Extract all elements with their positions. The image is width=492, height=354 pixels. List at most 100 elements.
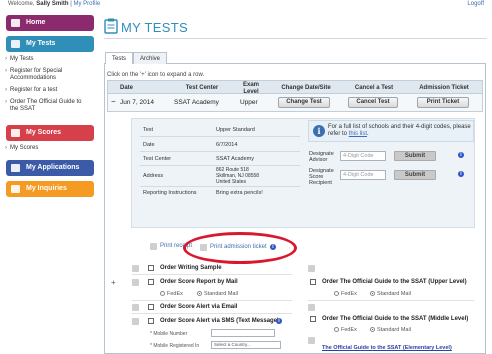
field-date-value: 6/7/2014 — [216, 142, 238, 148]
mail-icon — [132, 279, 139, 286]
col-change: Change Date/Site — [281, 85, 331, 91]
info-box: i For a full list of schools and their 4… — [308, 120, 474, 142]
cancel-test-button[interactable]: Cancel Test — [348, 97, 398, 108]
middle-fedex-radio[interactable] — [334, 327, 339, 332]
middle-standard-radio[interactable] — [370, 327, 375, 332]
middle-standard-label: Standard Mail — [377, 327, 411, 333]
fedex-radio[interactable] — [160, 291, 165, 296]
applications-icon — [11, 164, 20, 172]
sidebar-item-register-test[interactable]: Register for a test — [5, 87, 57, 94]
order-alert-sms-checkbox[interactable] — [148, 318, 154, 324]
middle-fedex-label: FedEx — [341, 327, 357, 333]
order-alert-email-checkbox[interactable] — [148, 304, 154, 310]
field-date-label: Date — [143, 142, 155, 148]
sidebar-item-order-guide[interactable]: Order The Official Guide to the SSAT — [5, 99, 90, 113]
mobile-registered-label: * Mobile Registered In — [150, 343, 200, 349]
recipient-code-input[interactable]: 4-Digit Code — [340, 170, 386, 180]
col-cancel: Cancel a Test — [354, 85, 394, 91]
divider — [132, 313, 292, 314]
col-test-center: Test Center — [185, 85, 219, 91]
field-center-value: SSAT Academy — [216, 156, 255, 162]
info-icon: i — [313, 125, 325, 137]
sidebar-my-inquiries[interactable]: My Inquiries — [6, 181, 94, 197]
field-center-label: Test Center — [143, 156, 172, 162]
field-instructions-value: Bring extra pencils! — [216, 190, 263, 196]
divider — [140, 165, 300, 166]
sidebar-my-tests[interactable]: My Tests — [6, 36, 94, 52]
standard-mail-radio[interactable] — [197, 291, 202, 296]
order-writing-checkbox[interactable] — [148, 265, 154, 271]
order-middle-guide-checkbox[interactable] — [310, 316, 316, 322]
book-icon — [308, 304, 315, 311]
elementary-guide-link[interactable]: The Official Guide to the SSAT (Elementa… — [322, 345, 452, 351]
order-report-mail-checkbox[interactable] — [148, 279, 154, 285]
book-icon — [308, 337, 315, 344]
change-test-button[interactable]: Change Test — [278, 97, 330, 108]
tab-tests[interactable]: Tests — [105, 52, 134, 64]
field-test-value: Upper Standard — [216, 127, 255, 133]
field-address-value: 862 Route 518 Skillman, NJ 08558 United … — [216, 167, 260, 185]
sidebar-my-scores[interactable]: My Scores — [6, 125, 94, 141]
upper-standard-label: Standard Mail — [377, 291, 411, 297]
order-upper-guide-checkbox[interactable] — [310, 279, 316, 285]
divider — [132, 300, 292, 301]
row-date: Jun 7, 2014 — [120, 99, 154, 106]
col-admission: Admission Ticket — [419, 85, 469, 91]
order-report-mail-label: Order Score Report by Mail — [160, 279, 238, 285]
field-instructions-label: Reporting Instructions — [143, 190, 197, 196]
country-select[interactable]: Select a Country... — [211, 341, 281, 349]
sidebar-my-applications[interactable]: My Applications — [6, 160, 94, 176]
order-alert-email-label: Order Score Alert via Email — [160, 304, 238, 310]
field-test-label: Test — [143, 127, 154, 133]
divider — [140, 151, 300, 152]
order-alert-sms-label: Order Score Alert via SMS (Text Message) — [160, 318, 280, 324]
clipboard-icon — [104, 18, 118, 34]
home-icon — [11, 19, 20, 27]
logoff-link[interactable]: Logoff — [467, 1, 484, 7]
col-date: Date — [120, 85, 134, 91]
phone-icon — [132, 318, 139, 325]
highlight-circle — [183, 232, 297, 264]
row-level: Upper — [240, 99, 258, 106]
print-ticket-button[interactable]: Print Ticket — [417, 97, 469, 108]
order-middle-guide-label: Order The Official Guide to the SSAT (Mi… — [322, 316, 469, 322]
school-list-link[interactable]: this list — [349, 131, 367, 137]
divider — [132, 274, 292, 275]
table-header: Date Test Center Exam Level Change Date/… — [107, 80, 483, 95]
recipient-info-icon[interactable]: i — [458, 171, 464, 177]
collapse-toggle[interactable]: − — [111, 97, 116, 106]
welcome-text: Welcome, Sally Smith | My Profile — [8, 1, 101, 7]
advisor-submit-button[interactable]: Submit — [394, 151, 436, 161]
tab-archive[interactable]: Archive — [133, 52, 168, 64]
mobile-number-input[interactable] — [211, 329, 275, 337]
divider — [140, 186, 300, 187]
document-icon — [132, 265, 139, 272]
printer-icon — [150, 243, 157, 250]
sidebar-item-special-accommodations[interactable]: Register for Special Accommodations — [5, 68, 90, 82]
inquiries-icon — [11, 185, 20, 193]
scores-icon — [11, 129, 20, 137]
designate-advisor-label: Designate Advisor — [309, 151, 334, 163]
standard-mail-label: Standard Mail — [204, 291, 238, 297]
fedex-label: FedEx — [167, 291, 183, 297]
tests-icon — [11, 40, 20, 48]
user-name: Sally Smith — [36, 1, 69, 7]
upper-fedex-radio[interactable] — [334, 291, 339, 296]
expand-plus-icon[interactable]: + — [111, 278, 116, 287]
my-profile-link[interactable]: My Profile — [73, 1, 100, 7]
advisor-info-icon[interactable]: i — [458, 152, 464, 158]
book-icon — [308, 265, 315, 272]
divider — [140, 136, 300, 137]
order-upper-guide-label: Order The Official Guide to the SSAT (Up… — [322, 279, 467, 285]
sidebar-item-my-tests[interactable]: My Tests — [5, 56, 33, 63]
sms-info-icon[interactable]: i — [276, 318, 282, 324]
upper-standard-radio[interactable] — [370, 291, 375, 296]
sidebar-home[interactable]: Home — [6, 15, 94, 31]
upper-fedex-label: FedEx — [341, 291, 357, 297]
advisor-code-input[interactable]: 4-Digit Code — [340, 151, 386, 161]
recipient-submit-button[interactable]: Submit — [394, 170, 436, 180]
email-icon — [132, 304, 139, 311]
col-exam-level: Exam Level — [242, 82, 259, 95]
designate-recipient-label: Designate Score Recipient — [309, 168, 334, 186]
sidebar-item-my-scores[interactable]: My Scores — [5, 145, 38, 152]
